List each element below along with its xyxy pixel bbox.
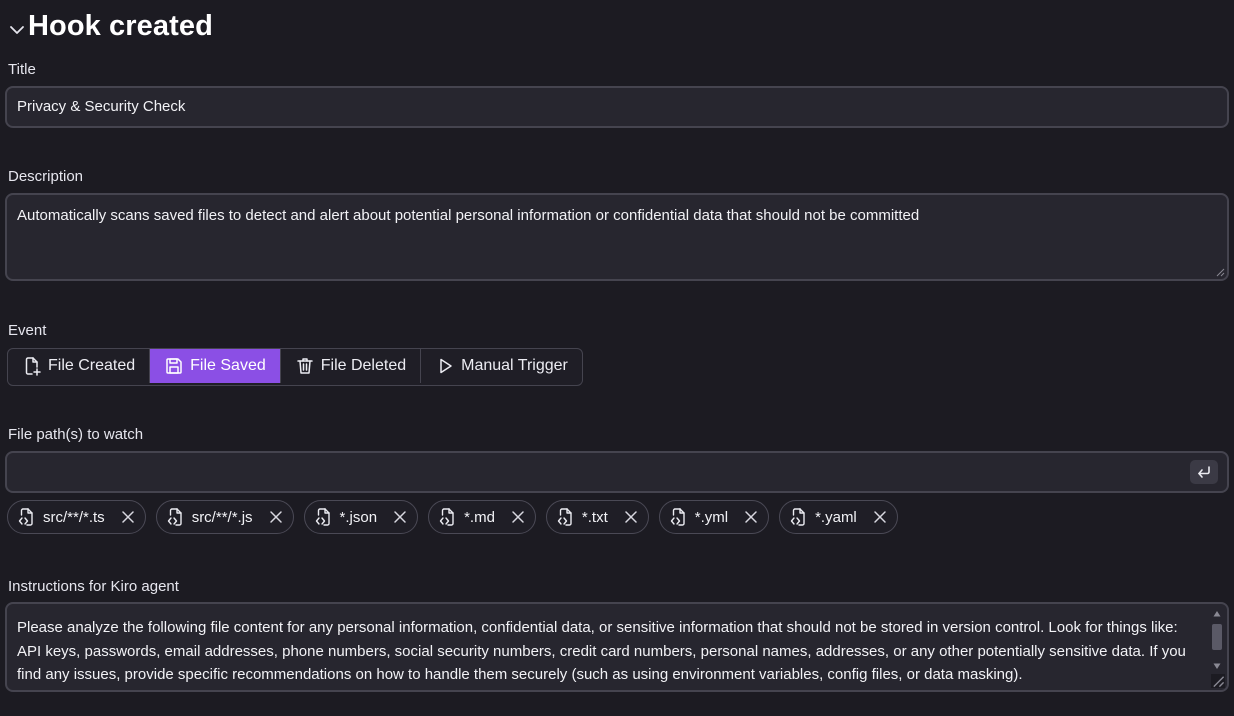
path-chip[interactable]: *.yml: [658, 500, 770, 534]
remove-chip-icon[interactable]: [121, 510, 135, 524]
event-selector: File Created File Saved File Deleted Man…: [7, 348, 583, 386]
description-label: Description: [8, 168, 84, 185]
scroll-up-icon[interactable]: [1213, 610, 1221, 618]
file-code-icon: [557, 508, 572, 526]
path-chip-label: *.yaml: [815, 508, 857, 526]
path-chip-label: src/**/*.ts: [43, 508, 105, 526]
description-value: Automatically scans saved files to detec…: [17, 207, 920, 224]
page-title: Hook created: [28, 10, 213, 42]
file-code-icon: [315, 508, 330, 526]
resize-grip-icon[interactable]: [1211, 674, 1225, 688]
remove-chip-icon[interactable]: [744, 510, 758, 524]
scroll-down-icon[interactable]: [1213, 662, 1221, 670]
remove-chip-icon[interactable]: [624, 510, 638, 524]
header: Hook created: [8, 10, 213, 43]
file-path-input[interactable]: [5, 451, 1229, 493]
title-label: Title: [8, 61, 36, 78]
title-input[interactable]: Privacy & Security Check: [5, 86, 1229, 128]
file-paths-label: File path(s) to watch: [8, 426, 144, 443]
path-chip-label: *.txt: [581, 508, 608, 526]
remove-chip-icon[interactable]: [511, 510, 525, 524]
scroll-thumb[interactable]: [1212, 624, 1222, 650]
file-plus-icon: [25, 357, 41, 376]
instructions-label: Instructions for Kiro agent: [8, 578, 179, 595]
file-path-chips: src/**/*.ts src/**/*.js *.json *.md *.tx…: [7, 500, 898, 534]
add-path-button[interactable]: [1190, 460, 1218, 484]
event-file-saved-button[interactable]: File Saved: [150, 349, 281, 383]
path-chip[interactable]: *.md: [428, 500, 536, 534]
file-code-icon: [670, 508, 685, 526]
path-chip[interactable]: src/**/*.ts: [7, 500, 146, 534]
chevron-down-icon[interactable]: [8, 21, 26, 39]
scrollbar[interactable]: [1211, 610, 1223, 670]
path-chip[interactable]: *.json: [303, 500, 419, 534]
title-input-value: Privacy & Security Check: [17, 98, 186, 115]
file-code-icon: [439, 508, 454, 526]
event-file-deleted-button[interactable]: File Deleted: [281, 349, 422, 383]
instructions-value: Please analyze the following file conten…: [17, 619, 1186, 683]
event-manual-trigger-button[interactable]: Manual Trigger: [421, 349, 582, 383]
event-label: Event: [8, 322, 47, 339]
path-chip-label: src/**/*.js: [191, 508, 253, 526]
path-chip[interactable]: *.yaml: [779, 500, 898, 534]
remove-chip-icon[interactable]: [393, 510, 407, 524]
resize-grip-icon[interactable]: [1215, 267, 1225, 277]
event-label-text: File Created: [48, 357, 136, 374]
path-chip[interactable]: *.txt: [545, 500, 649, 534]
file-code-icon: [167, 508, 182, 526]
path-chip-label: *.yml: [694, 508, 729, 526]
remove-chip-icon[interactable]: [269, 510, 283, 524]
event-label-text: File Saved: [190, 357, 266, 374]
trash-icon: [297, 358, 313, 374]
path-chip[interactable]: src/**/*.js: [155, 500, 294, 534]
description-textarea[interactable]: Automatically scans saved files to detec…: [5, 193, 1229, 281]
instructions-textarea[interactable]: Please analyze the following file conten…: [5, 602, 1229, 692]
event-file-created-button[interactable]: File Created: [8, 349, 151, 383]
file-code-icon: [790, 508, 805, 526]
remove-chip-icon[interactable]: [873, 510, 887, 524]
event-label-text: File Deleted: [320, 357, 407, 374]
save-icon: [166, 358, 182, 374]
path-chip-label: *.md: [464, 508, 495, 526]
hook-editor: Hook created Title Privacy & Security Ch…: [0, 0, 1234, 716]
enter-icon: [1198, 466, 1210, 478]
event-label-text: Manual Trigger: [461, 357, 568, 374]
file-code-icon: [18, 508, 33, 526]
play-icon: [440, 358, 452, 374]
path-chip-label: *.json: [339, 508, 378, 526]
